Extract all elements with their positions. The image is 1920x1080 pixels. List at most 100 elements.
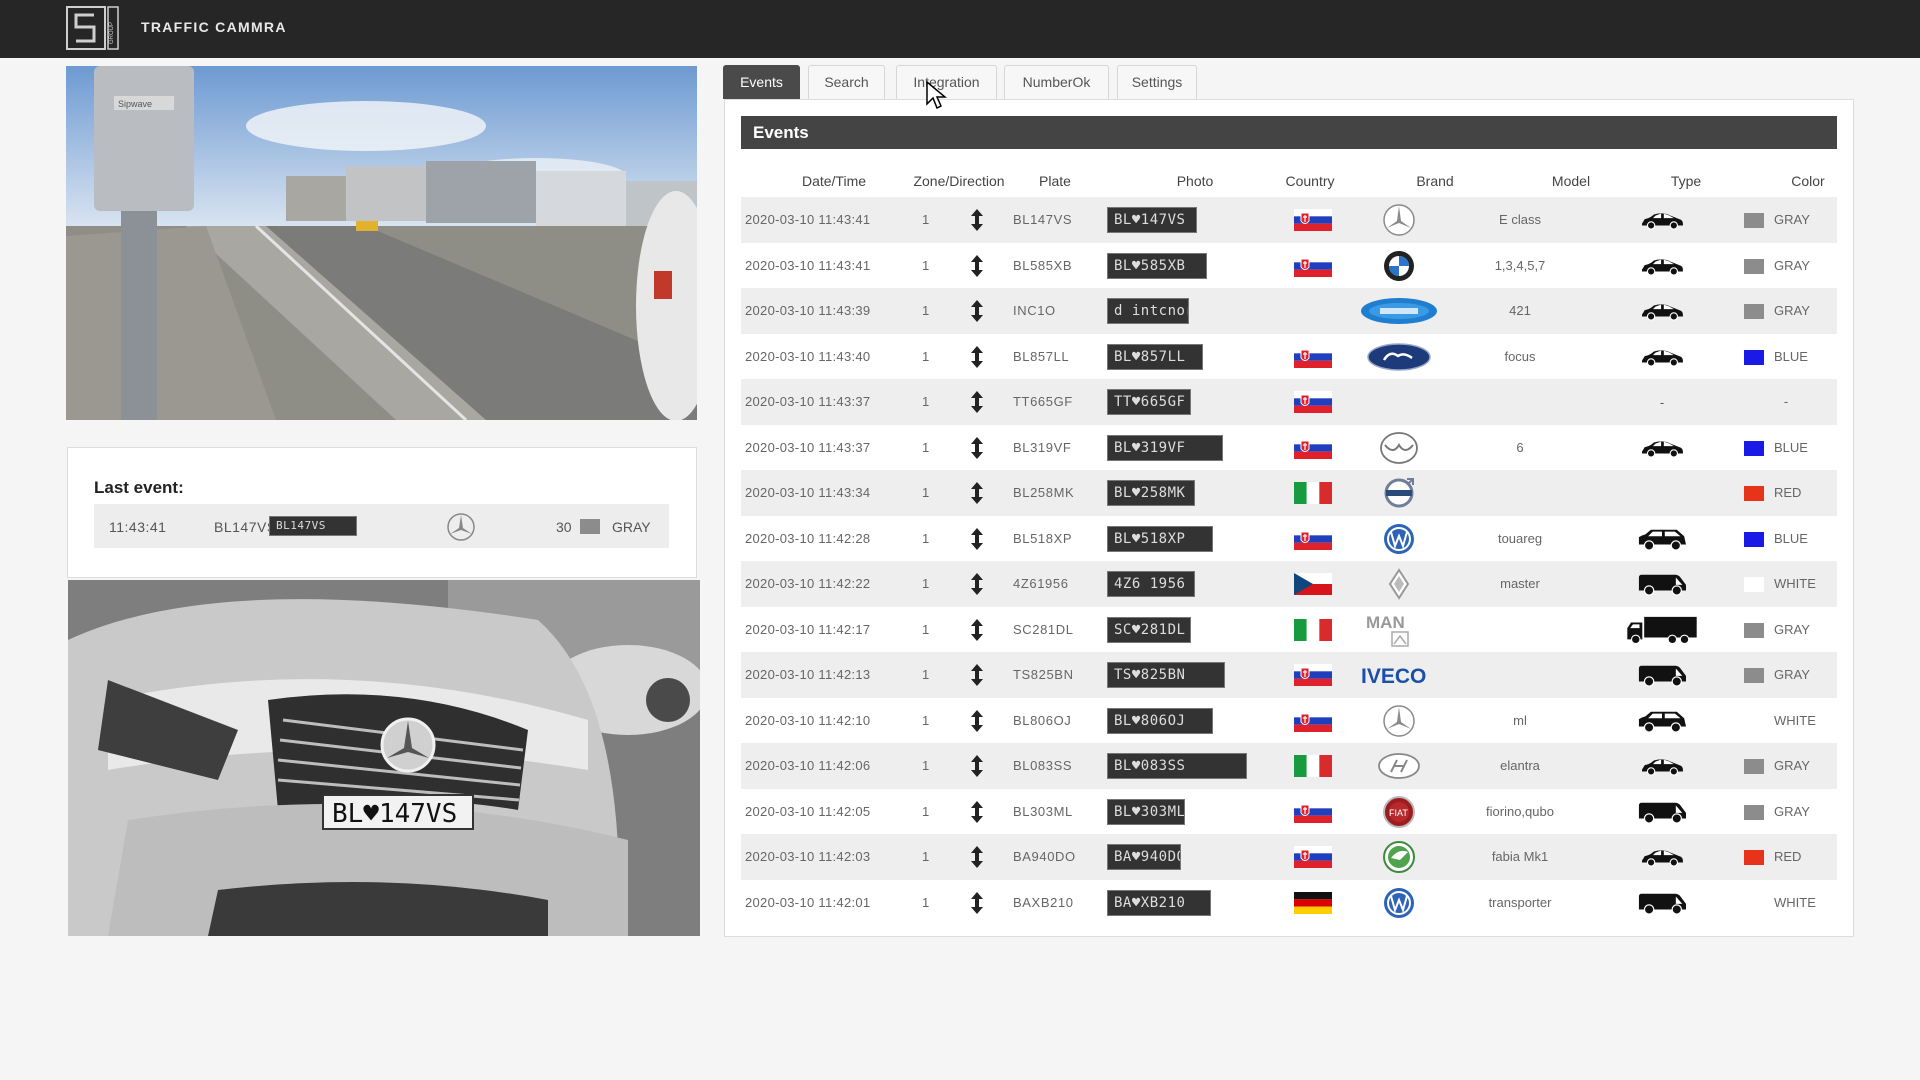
- cell-zone: 1: [922, 485, 930, 500]
- table-row[interactable]: 2020-03-10 11:42:05 1 BL303ML BL♥303ML FIAT f…: [741, 788, 1837, 834]
- cell-datetime: 2020-03-10 11:42:22: [745, 576, 871, 591]
- last-event-panel: Last event: 11:43:41 BL147VS BL147VS 30 …: [67, 447, 697, 578]
- table-row[interactable]: 2020-03-10 11:42:01 1 BAXB210 BA♥XB210 trans…: [741, 879, 1837, 925]
- table-row[interactable]: 2020-03-10 11:42:13 1 TS825BN TS♥825BN IVECO…: [741, 652, 1837, 698]
- mercedes-logo-icon: [1358, 704, 1440, 738]
- plate-photo-text: BL♥303ML: [1107, 798, 1185, 825]
- tab-settings[interactable]: Settings: [1117, 65, 1197, 99]
- svg-text:IVECO: IVECO: [1361, 665, 1426, 688]
- column-header-country[interactable]: Country: [1260, 173, 1360, 189]
- table-row[interactable]: 2020-03-10 11:42:17 1 SC281DL SC♥281DL MAN GR…: [741, 606, 1837, 652]
- flag-it-icon: [1294, 618, 1332, 641]
- plate-photo-text: BL♥857LL: [1107, 343, 1203, 370]
- flag-sk-icon: [1294, 664, 1332, 686]
- plate-photo: BL♥258MK: [1107, 480, 1195, 506]
- cell-zone: 1: [922, 348, 930, 364]
- cell-zone: 1: [922, 712, 930, 728]
- table-row[interactable]: 2020-03-10 11:43:37 1 BL319VF BL♥319VF 6 BLUE: [741, 424, 1837, 470]
- color-swatch: [1744, 713, 1764, 729]
- column-header-plate[interactable]: Plate: [1015, 173, 1095, 189]
- cell-color: GRAY: [1774, 257, 1810, 273]
- cell-datetime: 2020-03-10 11:43:41: [745, 212, 871, 227]
- table-row[interactable]: 2020-03-10 11:43:37 1 TT665GF TT♥665GF - -: [741, 379, 1837, 425]
- cell-model: [1447, 470, 1593, 516]
- iveco-logo-icon: IVECO: [1358, 658, 1440, 692]
- last-event-time: 11:43:41: [109, 519, 167, 535]
- cell-datetime: 2020-03-10 11:43:39: [745, 303, 871, 318]
- cell-datetime: 2020-03-10 11:43:34: [745, 485, 871, 500]
- van-plate-text: BL♥147VS: [332, 799, 457, 829]
- cell-plate: BL806OJ: [1013, 712, 1072, 728]
- cell-plate: SC281DL: [1013, 621, 1074, 637]
- last-event-color-swatch: [580, 519, 600, 534]
- cell-datetime: 2020-03-10 11:43:41: [745, 257, 871, 273]
- cell-zone: 1: [922, 439, 930, 455]
- flag-sk-icon: [1294, 527, 1332, 550]
- cell-datetime: 2020-03-10 11:43:37: [745, 439, 871, 455]
- direction-updown-icon: [969, 618, 985, 642]
- plate-photo-text: BL♥319VF: [1107, 434, 1223, 461]
- table-row[interactable]: 2020-03-10 11:43:41 1 BL585XB BL♥585XB 1,3,4…: [741, 242, 1837, 288]
- cell-color: -: [1783, 394, 1789, 409]
- vehicle-car-icon: [1620, 433, 1704, 463]
- table-row[interactable]: 2020-03-10 11:42:10 1 BL806OJ BL♥806OJ ml WHI…: [741, 697, 1837, 743]
- vehicle-truck-icon: [1620, 615, 1704, 645]
- plate-photo-text: BL♥806OJ: [1107, 707, 1213, 734]
- cell-model: E class: [1499, 212, 1541, 227]
- last-event-row[interactable]: 11:43:41 BL147VS BL147VS 30 GRAY: [94, 504, 669, 548]
- plate-photo-text: TT♥665GF: [1107, 389, 1191, 415]
- cell-color: WHITE: [1774, 894, 1816, 910]
- column-header-model[interactable]: Model: [1521, 173, 1621, 189]
- vw-logo-icon: [1358, 886, 1440, 920]
- tab-search[interactable]: Search: [808, 65, 885, 99]
- cell-zone: 1: [922, 394, 930, 409]
- plate-photo: TS♥825BN: [1107, 662, 1225, 688]
- direction-updown-icon: [969, 891, 985, 915]
- column-header-brand[interactable]: Brand: [1385, 173, 1485, 189]
- events-table-body: 2020-03-10 11:43:41 1 BL147VS BL♥147VS E cla…: [741, 197, 1837, 925]
- plate-photo: BL♥303ML: [1107, 798, 1185, 825]
- table-row[interactable]: 2020-03-10 11:42:03 1 BA940DO BA♥940DO fabia…: [741, 834, 1837, 880]
- app-title: TRAFFIC CAMMRA: [141, 19, 287, 35]
- column-header-color[interactable]: Color: [1758, 173, 1858, 189]
- cell-color: GRAY: [1774, 212, 1810, 227]
- tab-events[interactable]: Events: [723, 65, 800, 99]
- plate-photo-text: BL♥258MK: [1107, 480, 1195, 506]
- table-row[interactable]: 2020-03-10 11:43:40 1 BL857LL BL♥857LL focus…: [741, 333, 1837, 379]
- table-row[interactable]: 2020-03-10 11:42:28 1 BL518XP BL♥518XP touar…: [741, 515, 1837, 561]
- cell-color: GRAY: [1774, 758, 1810, 773]
- bmw-logo-icon: [1358, 249, 1440, 283]
- flag-de-icon: [1294, 891, 1332, 914]
- volvo-logo-icon: [1358, 476, 1440, 510]
- table-row[interactable]: 2020-03-10 11:43:41 1 BL147VS BL♥147VS E cla…: [741, 197, 1837, 243]
- cell-zone: 1: [922, 576, 930, 591]
- cell-model: fiorino,qubo: [1486, 803, 1554, 819]
- color-swatch: [1744, 304, 1764, 319]
- table-row[interactable]: 2020-03-10 11:43:39 1 INC1O d intcnor 421 GRA…: [741, 288, 1837, 334]
- svg-text:MAN: MAN: [1366, 613, 1405, 632]
- table-row[interactable]: 2020-03-10 11:42:22 1 4Z61956 4Z6 1956 maste…: [741, 561, 1837, 607]
- events-panel: Events Date/Time Zone/Direction Plate Ph…: [724, 99, 1854, 937]
- flag-sk-icon: [1294, 800, 1332, 823]
- cell-zone: 1: [922, 621, 930, 637]
- table-row[interactable]: 2020-03-10 11:43:34 1 BL258MK BL♥258MK RED: [741, 470, 1837, 516]
- cell-datetime: 2020-03-10 11:42:06: [745, 758, 871, 773]
- column-header-photo[interactable]: Photo: [1145, 173, 1245, 189]
- vehicle-van-icon: [1620, 888, 1704, 918]
- column-header-zone[interactable]: Zone/Direction: [899, 173, 1019, 189]
- column-header-type[interactable]: Type: [1636, 173, 1736, 189]
- mercedes-logo-icon: [447, 513, 475, 541]
- flag-cz-icon: [1294, 573, 1332, 595]
- vehicle-car-icon: [1620, 296, 1704, 326]
- vehicle-suv-icon: [1620, 706, 1704, 736]
- vehicle-car-icon: [1620, 751, 1704, 781]
- direction-updown-icon: [969, 436, 985, 460]
- cell-zone: 1: [922, 530, 930, 546]
- mouse-cursor-icon: [926, 80, 947, 110]
- cell-datetime: 2020-03-10 11:42:17: [745, 621, 871, 637]
- cell-datetime: 2020-03-10 11:42:13: [745, 667, 871, 682]
- table-row[interactable]: 2020-03-10 11:42:06 1 BL083SS BL♥083SS elant…: [741, 743, 1837, 789]
- cell-plate: BA940DO: [1013, 849, 1076, 864]
- column-header-datetime[interactable]: Date/Time: [779, 173, 889, 189]
- tab-numberok[interactable]: NumberOk: [1004, 65, 1109, 99]
